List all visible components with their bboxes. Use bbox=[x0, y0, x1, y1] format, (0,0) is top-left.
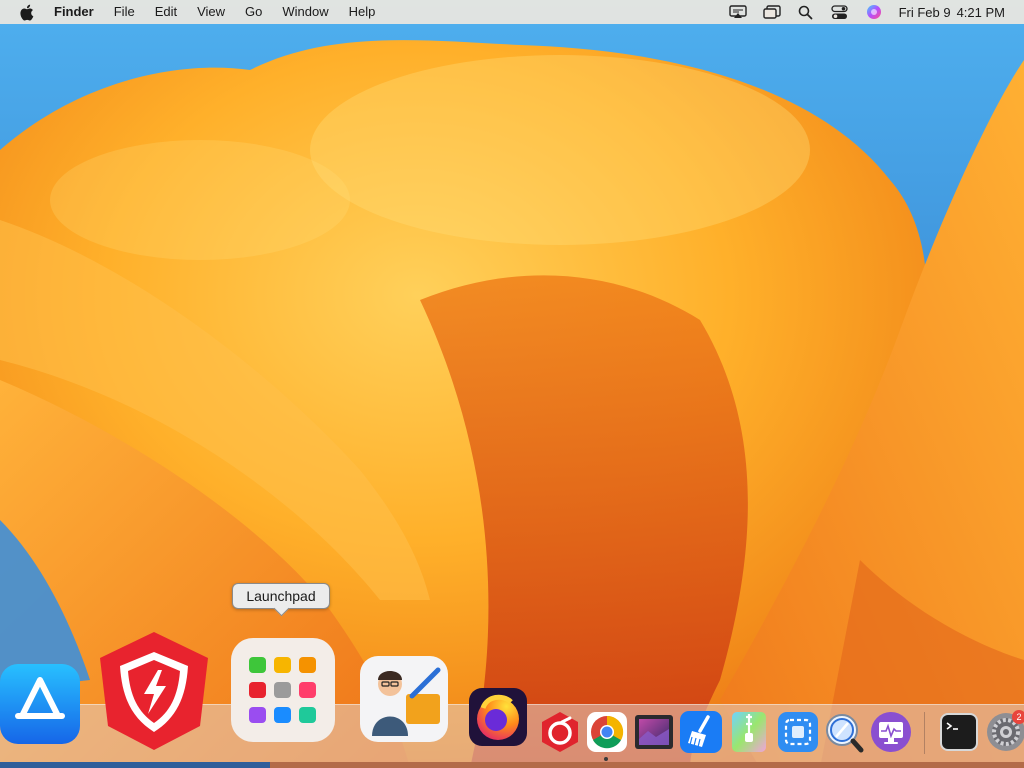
terminal-icon bbox=[940, 713, 978, 751]
menu-help[interactable]: Help bbox=[339, 0, 386, 24]
shield-bolt-icon bbox=[100, 632, 208, 750]
screen-mirroring-icon[interactable] bbox=[727, 0, 749, 24]
cleaner-man-icon bbox=[360, 656, 448, 742]
app-store-icon bbox=[0, 664, 80, 744]
dock-item-terminal[interactable] bbox=[940, 713, 978, 751]
dock-item-system-monitor[interactable] bbox=[869, 711, 913, 753]
menu-edit[interactable]: Edit bbox=[145, 0, 187, 24]
menu-clock[interactable]: Fri Feb 9 4:21 PM bbox=[899, 5, 1005, 20]
dock-item-chrome[interactable] bbox=[587, 712, 627, 752]
menu-view[interactable]: View bbox=[187, 0, 235, 24]
menu-file[interactable]: File bbox=[104, 0, 145, 24]
screenshot-icon bbox=[778, 712, 818, 752]
apple-menu-icon[interactable] bbox=[17, 0, 35, 24]
dock-item-photo-viewer[interactable] bbox=[634, 713, 674, 751]
menu-bar: Finder File Edit View Go Window Help Fri… bbox=[0, 0, 1024, 24]
dock-tooltip: Launchpad bbox=[232, 583, 330, 609]
menu-window[interactable]: Window bbox=[272, 0, 338, 24]
dock-item-screenshot[interactable] bbox=[778, 711, 818, 753]
dock-item-broom[interactable] bbox=[680, 711, 722, 753]
magnifier-icon bbox=[826, 714, 864, 753]
dock-item-directory-utility[interactable] bbox=[824, 711, 864, 753]
clock-date: Fri Feb 9 bbox=[898, 4, 951, 20]
stage-manager-icon[interactable] bbox=[761, 0, 783, 24]
monitor-icon bbox=[871, 712, 911, 752]
screen-bottom-edge bbox=[0, 762, 1024, 768]
spotlight-search-icon[interactable] bbox=[795, 0, 817, 24]
firefox-icon bbox=[469, 688, 527, 746]
notification-badge: 2 bbox=[1012, 710, 1024, 724]
launchpad-icon bbox=[231, 638, 335, 742]
dock-item-launchpad[interactable] bbox=[231, 638, 335, 742]
dock-item-archiver[interactable] bbox=[730, 711, 768, 753]
zip-archive-icon bbox=[732, 712, 766, 752]
menu-go[interactable]: Go bbox=[235, 0, 272, 24]
dock-item-firefox[interactable] bbox=[469, 688, 527, 746]
dock-item-app-store[interactable] bbox=[0, 664, 80, 744]
dock-separator bbox=[924, 712, 925, 754]
dock-item-cleaner[interactable] bbox=[360, 656, 448, 742]
menu-app-finder[interactable]: Finder bbox=[52, 0, 104, 24]
red-hexagon-icon bbox=[542, 712, 578, 752]
broom-icon bbox=[680, 711, 722, 753]
siri-icon[interactable] bbox=[863, 0, 885, 24]
dock-item-cleanup[interactable] bbox=[538, 710, 582, 754]
chrome-icon bbox=[587, 712, 627, 752]
control-center-icon[interactable] bbox=[829, 0, 851, 24]
running-indicator bbox=[604, 757, 608, 761]
dock-item-security[interactable] bbox=[96, 630, 212, 752]
clock-time: 4:21 PM bbox=[956, 4, 1005, 20]
photo-frame-icon bbox=[635, 715, 673, 749]
